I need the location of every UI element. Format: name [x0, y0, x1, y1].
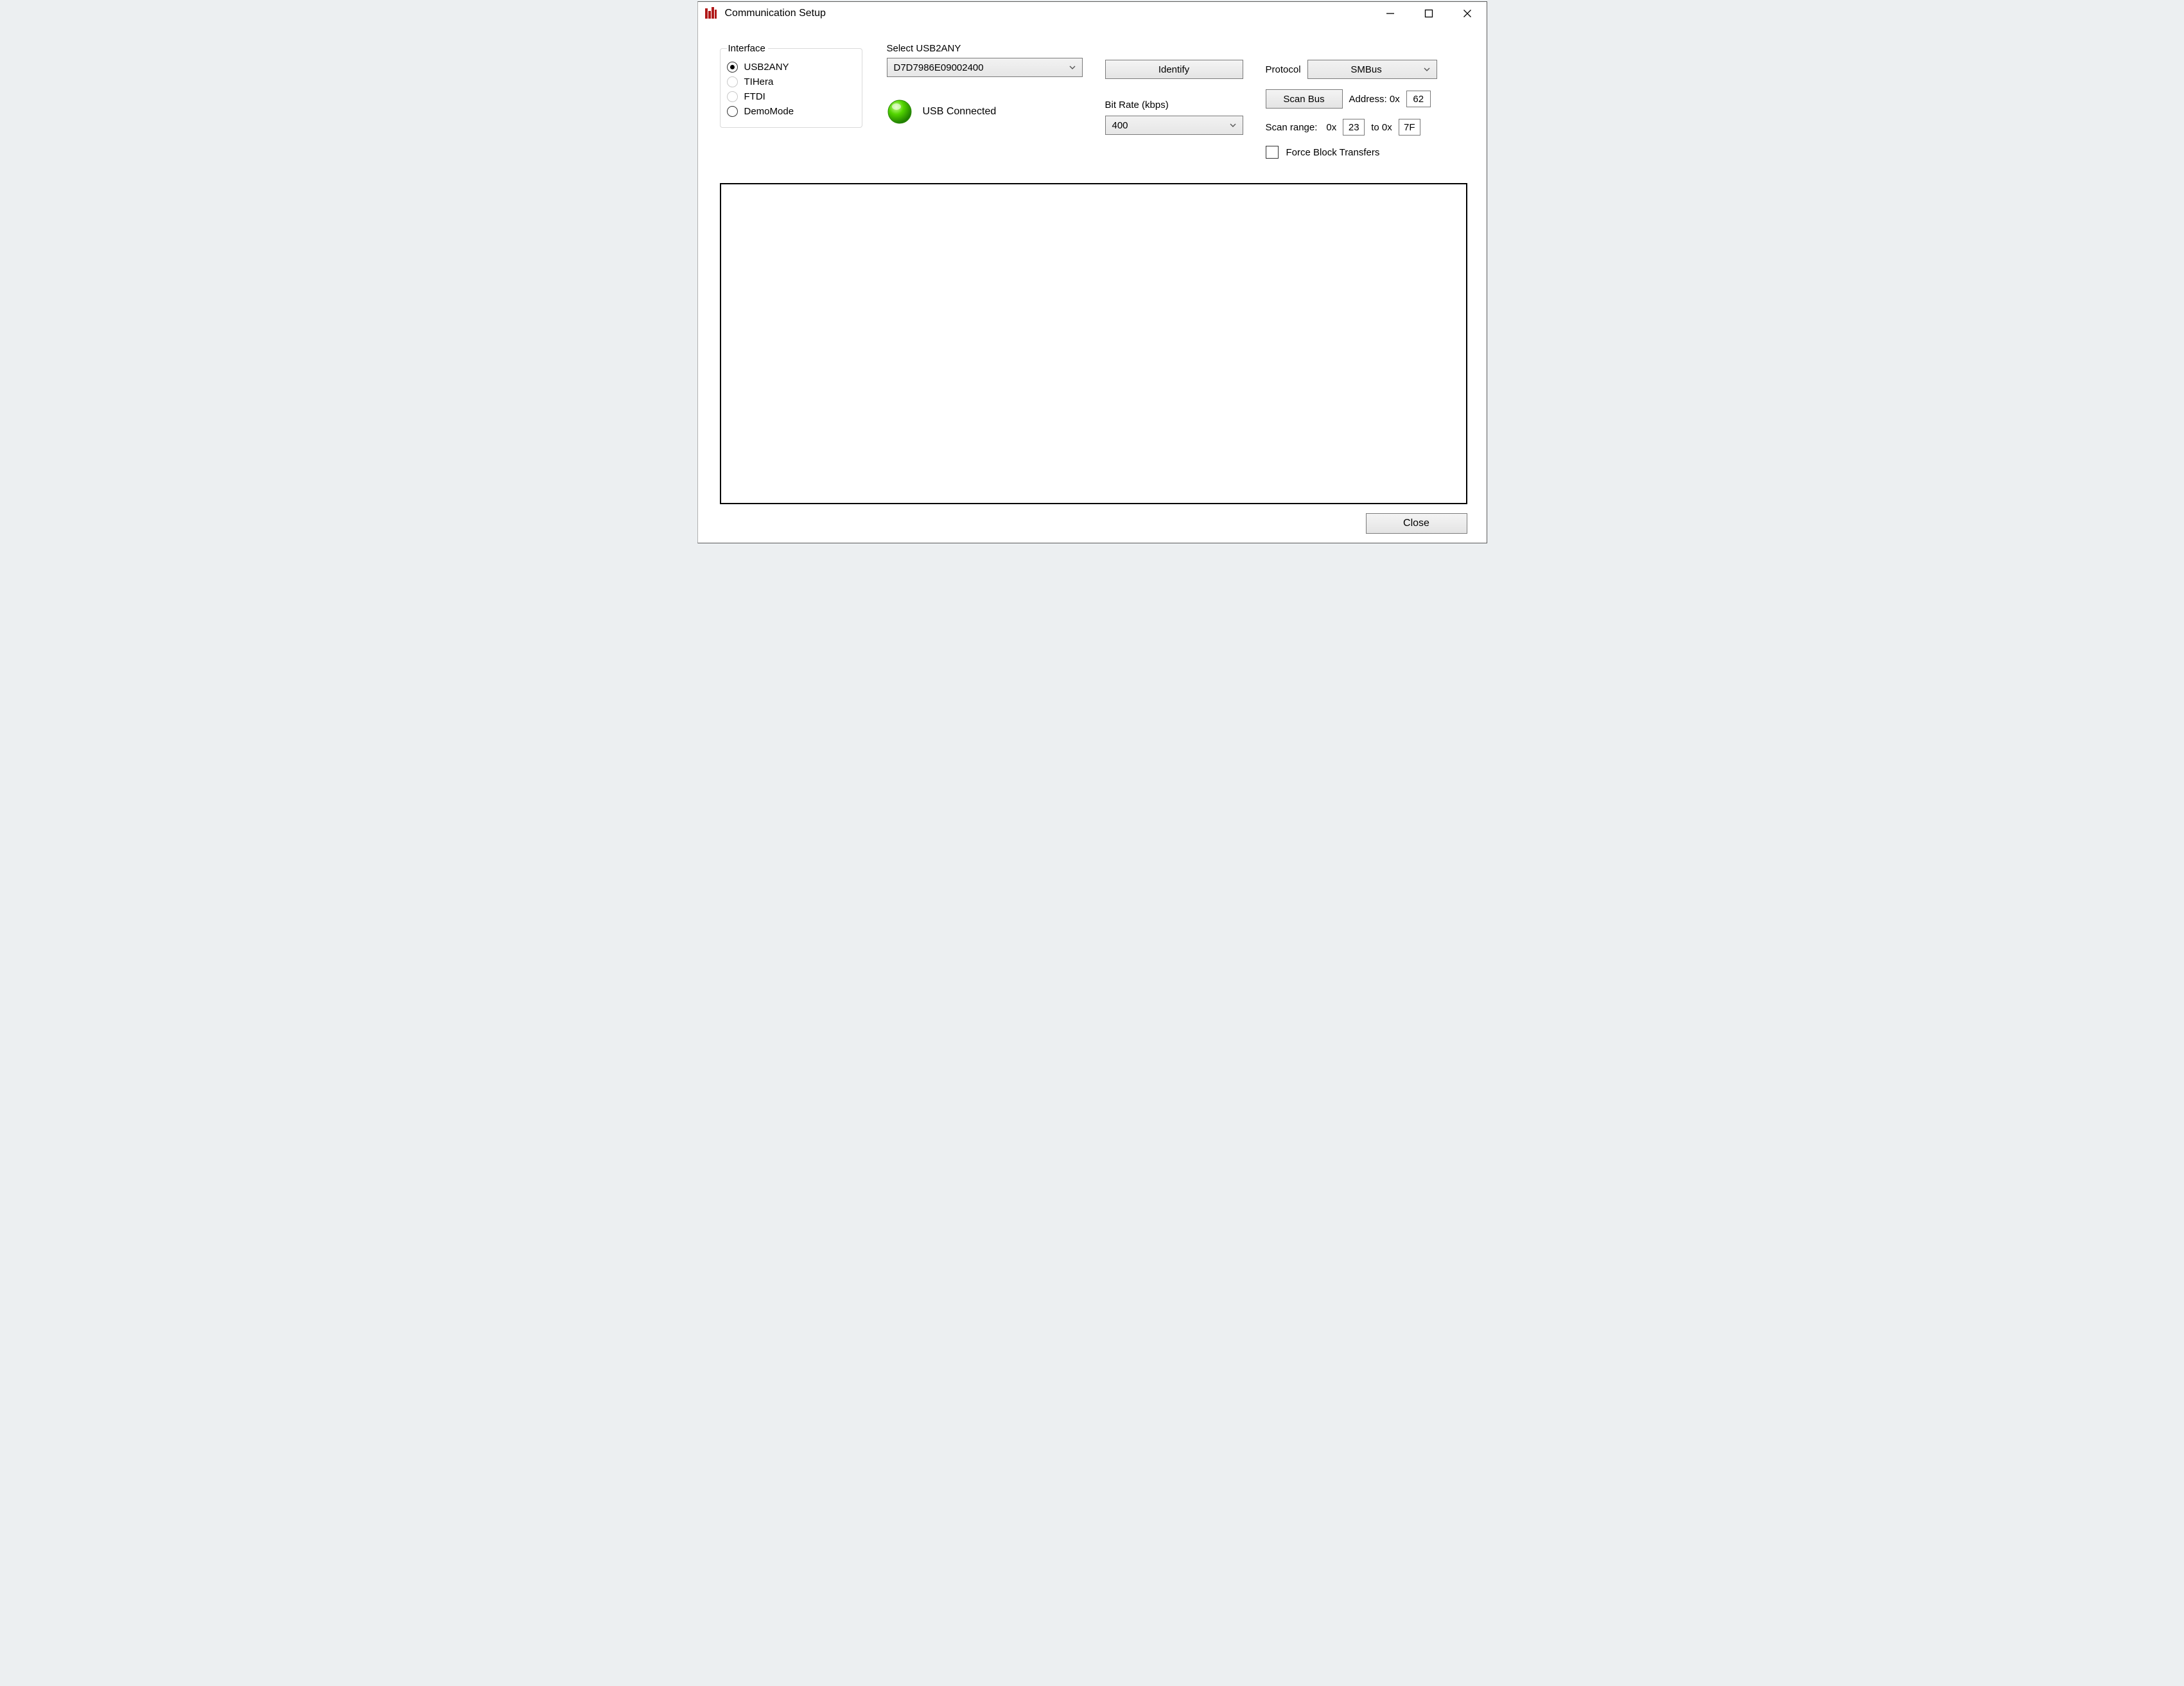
radio-icon	[727, 91, 738, 102]
usb2any-dropdown-value: D7D7986E09002400	[894, 62, 984, 73]
scan-range-to-label: to 0x	[1371, 122, 1392, 133]
window-title: Communication Setup	[724, 8, 1371, 19]
usb2any-dropdown[interactable]: D7D7986E09002400	[887, 58, 1083, 77]
radio-label: USB2ANY	[744, 62, 789, 73]
configuration-panel: Interface USB2ANY TIHera FTDI DemoMode S…	[698, 25, 1487, 165]
force-block-checkbox[interactable]	[1266, 146, 1279, 159]
radio-label: DemoMode	[744, 106, 794, 117]
connection-status-text: USB Connected	[923, 106, 997, 118]
identify-button[interactable]: Identify	[1105, 60, 1243, 79]
connection-status: USB Connected	[887, 99, 1092, 125]
protocol-label: Protocol	[1266, 64, 1301, 75]
interface-option-ftdi[interactable]: FTDI	[727, 91, 855, 102]
identify-bitrate-column: Identify Bit Rate (kbps) 400	[1105, 43, 1253, 135]
interface-option-demomode[interactable]: DemoMode	[727, 106, 855, 117]
window-buttons	[1371, 3, 1487, 24]
bitrate-label: Bit Rate (kbps)	[1105, 100, 1253, 110]
scan-range-label: Scan range:	[1266, 122, 1318, 133]
select-usb2any-label: Select USB2ANY	[887, 43, 1092, 54]
bitrate-dropdown-value: 400	[1112, 120, 1128, 131]
radio-icon	[727, 106, 738, 117]
scan-bus-button[interactable]: Scan Bus	[1266, 89, 1343, 109]
protocol-row: Protocol SMBus	[1266, 60, 1471, 79]
scan-bus-button-label: Scan Bus	[1283, 94, 1324, 105]
radio-label: TIHera	[744, 76, 774, 87]
radio-icon	[727, 62, 738, 73]
protocol-dropdown[interactable]: SMBus	[1307, 60, 1437, 79]
close-button[interactable]: Close	[1366, 513, 1467, 534]
maximize-button[interactable]	[1410, 3, 1448, 24]
radio-icon	[727, 76, 738, 87]
app-icon	[704, 7, 717, 20]
titlebar: Communication Setup	[698, 2, 1487, 25]
address-input[interactable]	[1406, 91, 1431, 107]
chevron-down-icon	[1421, 64, 1433, 75]
footer: Close	[698, 504, 1487, 543]
scanbus-row: Scan Bus Address: 0x	[1266, 89, 1471, 109]
interface-group: Interface USB2ANY TIHera FTDI DemoMode	[720, 43, 862, 128]
status-led-icon	[887, 99, 913, 125]
interface-legend: Interface	[727, 43, 768, 54]
close-window-button[interactable]	[1448, 3, 1487, 24]
scan-range-from-input[interactable]	[1343, 119, 1365, 136]
bitrate-dropdown[interactable]: 400	[1105, 116, 1243, 135]
interface-option-tihera[interactable]: TIHera	[727, 76, 855, 87]
force-block-row[interactable]: Force Block Transfers	[1266, 146, 1471, 159]
protocol-dropdown-value: SMBus	[1350, 64, 1381, 75]
identify-button-label: Identify	[1158, 64, 1189, 75]
scan-range-row: Scan range: 0x to 0x	[1266, 119, 1471, 136]
protocol-column: Protocol SMBus Scan Bus Address: 0x Scan…	[1266, 60, 1471, 159]
log-pane[interactable]	[720, 183, 1467, 504]
address-label: Address: 0x	[1349, 94, 1400, 105]
bitrate-block: Bit Rate (kbps) 400	[1105, 100, 1253, 135]
communication-setup-window: Communication Setup Interface USB2ANY	[697, 1, 1487, 543]
radio-label: FTDI	[744, 91, 765, 102]
scan-range-from-prefix: 0x	[1326, 122, 1336, 133]
minimize-button[interactable]	[1371, 3, 1410, 24]
chevron-down-icon	[1067, 62, 1078, 73]
force-block-label: Force Block Transfers	[1286, 147, 1380, 158]
close-button-label: Close	[1403, 518, 1429, 529]
usb2any-column: Select USB2ANY D7D7986E09002400	[887, 43, 1092, 125]
chevron-down-icon	[1227, 119, 1239, 131]
scan-range-to-input[interactable]	[1399, 119, 1420, 136]
interface-option-usb2any[interactable]: USB2ANY	[727, 62, 855, 73]
